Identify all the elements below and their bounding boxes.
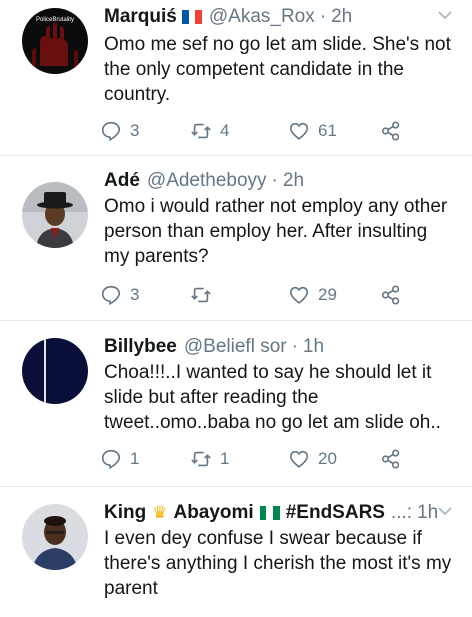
- like-count: 20: [318, 449, 337, 468]
- tweet-actions: 3 4 61: [100, 118, 420, 144]
- display-name[interactable]: King: [104, 502, 146, 524]
- handle[interactable]: @Beliefl sor: [184, 336, 287, 358]
- separator-dot: ·: [319, 6, 327, 27]
- chevron-down-icon[interactable]: [438, 506, 452, 516]
- divider: [0, 320, 472, 321]
- share-button[interactable]: [380, 118, 410, 144]
- reply-button[interactable]: 3: [100, 282, 139, 308]
- retweet-button[interactable]: 1: [190, 446, 229, 472]
- timestamp[interactable]: 1h: [417, 502, 438, 524]
- retweet-icon: [191, 287, 211, 303]
- tweet-header: King ♛ Abayomi #EndSARS ...: 1h: [104, 500, 446, 526]
- avatar[interactable]: [22, 338, 88, 404]
- timestamp[interactable]: 1h: [303, 336, 324, 358]
- tweet-4[interactable]: King ♛ Abayomi #EndSARS ...: 1h I even d…: [0, 500, 472, 617]
- hashtag-name[interactable]: #EndSARS: [286, 502, 385, 524]
- reply-button[interactable]: 1: [100, 446, 139, 472]
- tweet-text: I even dey confuse I swear because if th…: [104, 528, 452, 599]
- display-name-part[interactable]: Abayomi: [173, 502, 253, 524]
- like-button[interactable]: 61: [288, 118, 337, 144]
- share-button[interactable]: [380, 446, 410, 472]
- tweet-3[interactable]: Billybee @Beliefl sor · 1h Choa!!!..I wa…: [0, 334, 472, 480]
- separator-dot: ·: [271, 170, 278, 191]
- france-flag: [181, 10, 202, 24]
- nigeria-flag: [259, 506, 280, 520]
- like-button[interactable]: 29: [288, 282, 337, 308]
- tweet-actions: 3 29: [100, 282, 420, 308]
- like-icon: [289, 450, 309, 468]
- timestamp[interactable]: 2h: [283, 170, 304, 192]
- avatar[interactable]: [22, 182, 88, 248]
- like-icon: [289, 286, 309, 304]
- share-button[interactable]: [380, 282, 410, 308]
- retweet-button[interactable]: [190, 282, 220, 308]
- reply-icon: [101, 121, 121, 142]
- like-count: 61: [318, 121, 337, 140]
- separator-dot: ·: [291, 336, 298, 357]
- like-count: 29: [318, 285, 337, 304]
- retweet-count: 4: [220, 121, 230, 140]
- display-name[interactable]: Marquiś: [104, 6, 177, 28]
- crown-emoji: ♛: [152, 503, 168, 522]
- handle-ellipsis: ...:: [390, 502, 413, 523]
- timestamp[interactable]: 2h: [331, 6, 352, 28]
- tweet-header: Adé @Adetheboyy · 2h: [104, 168, 446, 194]
- reply-button[interactable]: 3: [100, 118, 139, 144]
- handle[interactable]: @Adetheboyy: [147, 170, 267, 192]
- like-icon: [289, 122, 309, 140]
- tweet-header: Billybee @Beliefl sor · 1h: [104, 334, 446, 360]
- chevron-down-icon[interactable]: [438, 10, 452, 20]
- tweet-text: Omo i would rather not employ any other …: [104, 196, 448, 267]
- like-button[interactable]: 20: [288, 446, 337, 472]
- tweet-header: Marquiś @Akas_Rox · 2h: [104, 4, 446, 30]
- tweet-actions: 1 1 20: [100, 446, 420, 472]
- reply-count: 1: [130, 449, 140, 468]
- tweet-text: Choa!!!..I wanted to say he should let i…: [104, 362, 441, 433]
- reply-count: 3: [130, 285, 140, 304]
- display-name[interactable]: Adé: [104, 170, 140, 192]
- tweet-1[interactable]: PoliceBrutality Marquiś @Akas_Rox · 2h O…: [0, 4, 472, 150]
- tweet-2[interactable]: Adé @Adetheboyy · 2h Omo i would rather …: [0, 168, 472, 314]
- share-icon: [381, 449, 400, 469]
- reply-count: 3: [130, 121, 140, 140]
- divider: [0, 155, 472, 156]
- handle[interactable]: @Akas_Rox: [209, 6, 315, 28]
- avatar-label: PoliceBrutality: [36, 17, 74, 23]
- retweet-count: 1: [220, 449, 230, 468]
- avatar[interactable]: [22, 504, 88, 570]
- retweet-icon: [191, 451, 211, 467]
- share-icon: [381, 121, 400, 141]
- display-name[interactable]: Billybee: [104, 336, 177, 358]
- reply-icon: [101, 285, 121, 306]
- reply-icon: [101, 449, 121, 470]
- retweet-button[interactable]: 4: [190, 118, 229, 144]
- avatar[interactable]: PoliceBrutality: [22, 8, 88, 74]
- tweet-text: Omo me sef no go let am slide. She's not…: [104, 34, 451, 105]
- retweet-icon: [191, 123, 211, 139]
- divider: [0, 486, 472, 487]
- share-icon: [381, 285, 400, 305]
